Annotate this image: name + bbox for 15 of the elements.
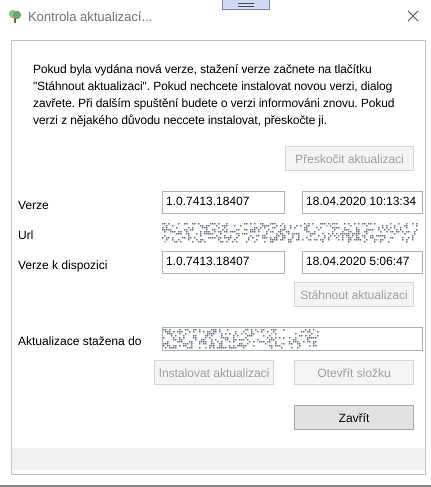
- grip-handle[interactable]: [222, 0, 270, 10]
- date-field[interactable]: 18.04.2020 5:06:47: [302, 251, 423, 274]
- close-button[interactable]: Zavřít: [294, 405, 414, 430]
- close-icon[interactable]: [407, 10, 419, 22]
- url-label: Url: [18, 227, 34, 242]
- tree-icon: [8, 9, 22, 23]
- window-title: Kontrola aktualizací...: [28, 8, 154, 24]
- version-label: Verze: [18, 196, 50, 212]
- version-field[interactable]: 1.0.7413.18407: [162, 191, 285, 214]
- available-version-label: Verze k dispozici: [18, 256, 108, 272]
- version-field[interactable]: 1.0.7413.18407: [162, 251, 285, 274]
- download-path-label: Aktualizace stažena do: [18, 333, 142, 348]
- info-text: Pokud byla vydána nová verze, stažení verze začnete na tlačítku "Stáhnout aktualizaci". Pokud nechcete instalovat novou verzi, dialog zavřete. Při dalším spuštění budete o verzi informováni znovu. Pokud verzi z nějakého důvodu neccete instalovat, přeskočte ji.: [33, 61, 396, 129]
- date-field[interactable]: 18.04.2020 10:13:34: [302, 191, 423, 214]
- download-path-field[interactable]: [162, 327, 423, 351]
